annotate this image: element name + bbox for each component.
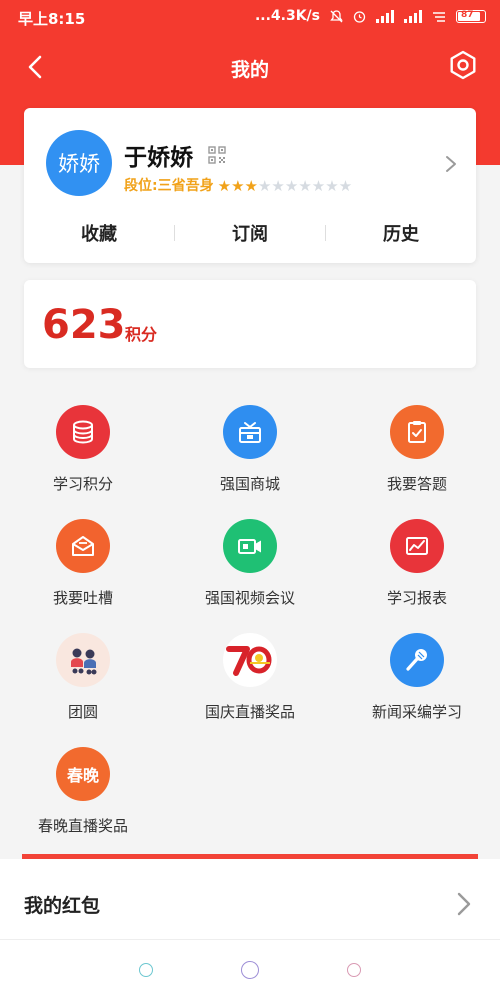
70-anniversary-icon — [226, 646, 272, 676]
chart-line-icon — [406, 537, 428, 555]
grid-circle — [56, 633, 110, 687]
username: 于娇娇 — [124, 145, 193, 171]
network-speed: ...4.3K/s — [254, 8, 320, 24]
star-empty-icon: ★ — [325, 176, 339, 195]
video-camera-icon — [238, 539, 261, 554]
grid-item-reunion[interactable]: 团圆 — [0, 633, 166, 743]
tab-favorites[interactable]: 收藏 — [24, 220, 174, 246]
grid-circle — [390, 633, 444, 687]
bottom-divider — [0, 939, 500, 940]
star-empty-icon: ★ — [271, 176, 285, 195]
star-filled-icon: ★ — [231, 176, 245, 195]
star-empty-icon: ★ — [311, 176, 326, 195]
grid-label: 团圆 — [67, 703, 98, 721]
grid-item-spring-gala[interactable]: 春晚 春晚直播奖品 — [0, 747, 166, 857]
rank-row: 段位:三省吾身 ★★★★★★★★★★ — [124, 175, 352, 195]
status-bar: 早上8:15 ...4.3K/s 87 — [0, 0, 500, 36]
profile-card[interactable]: 娇娇 于娇娇 段位:三省吾身 ★★★★★★★★★★ 收藏 订阅 历史 — [24, 108, 476, 263]
clipboard-check-icon — [408, 421, 426, 443]
grid-item-national-day[interactable]: 国庆直播奖品 — [167, 633, 333, 743]
tab-subscriptions[interactable]: 订阅 — [175, 220, 325, 246]
chevron-right-icon[interactable] — [444, 154, 458, 174]
profile-tabs: 收藏 订阅 历史 — [24, 218, 476, 248]
hexagon-settings-icon[interactable] — [446, 48, 480, 82]
grid-circle — [390, 519, 444, 573]
nav-back-icon[interactable] — [347, 963, 361, 977]
star-filled-icon: ★ — [217, 176, 232, 195]
tab-history[interactable]: 历史 — [326, 220, 476, 246]
grid-item-study-points[interactable]: 学习积分 — [0, 405, 166, 515]
spring-gala-icon: 春晚 — [56, 747, 110, 801]
star-empty-icon: ★ — [284, 176, 299, 195]
grid-label: 学习积分 — [52, 475, 113, 493]
grid-circle — [390, 405, 444, 459]
nav-recent-icon[interactable] — [139, 963, 153, 977]
grid-label: 春晚直播奖品 — [37, 817, 128, 835]
grid-item-quiz[interactable]: 我要答题 — [334, 405, 500, 515]
grid-circle — [56, 519, 110, 573]
alarm-icon — [353, 10, 366, 23]
nav-home-icon[interactable] — [241, 961, 259, 979]
page-title: 我的 — [230, 59, 269, 81]
grid-item-news-editing[interactable]: 新闻采编学习 — [334, 633, 500, 743]
avatar[interactable]: 娇娇 — [46, 130, 112, 196]
reunion-illustration-icon — [71, 648, 97, 675]
mail-open-icon — [72, 536, 94, 556]
grid-circle — [223, 633, 277, 687]
grid-circle — [56, 405, 110, 459]
grid-circle — [223, 405, 277, 459]
rank-stars: ★★★★★★★★★★ — [218, 176, 353, 195]
signal-hd-icon — [404, 9, 422, 23]
qr-code-icon[interactable] — [208, 146, 226, 164]
points-unit: 积分 — [125, 325, 158, 344]
battery-icon: 87 — [456, 9, 486, 23]
rank-label: 段位:三省吾身 — [124, 178, 214, 194]
grid-item-mall[interactable]: 强国商城 — [167, 405, 333, 515]
status-time: 早上8:15 — [18, 10, 86, 28]
grid-label: 强国商城 — [219, 475, 280, 493]
red-packet-label: 我的红包 — [24, 895, 101, 917]
microphone-icon — [406, 649, 427, 671]
battery-level: 87 — [461, 9, 474, 20]
red-packet-row[interactable]: 我的红包 — [0, 868, 500, 938]
chevron-right-icon — [457, 892, 471, 916]
status-right: ...4.3K/s 87 — [255, 8, 486, 24]
grid-circle — [223, 519, 277, 573]
signal-icon — [376, 9, 394, 23]
grid-item-feedback[interactable]: 我要吐槽 — [0, 519, 166, 629]
star-empty-icon: ★ — [338, 176, 353, 195]
grid-label: 强国视频会议 — [204, 589, 295, 607]
grid-label: 新闻采编学习 — [371, 703, 462, 721]
star-filled-icon: ★ — [244, 176, 258, 195]
gift-box-icon — [239, 422, 261, 443]
grid-item-report[interactable]: 学习报表 — [334, 519, 500, 629]
points-value: 623 — [42, 302, 126, 348]
grid-label: 学习报表 — [386, 589, 447, 607]
database-icon — [73, 420, 93, 444]
star-empty-icon: ★ — [257, 176, 272, 195]
grid-label: 我要吐槽 — [52, 589, 113, 607]
system-nav-bar — [0, 952, 500, 988]
wifi-icon — [433, 11, 445, 22]
grid-label: 我要答题 — [386, 475, 447, 493]
section-divider — [22, 854, 478, 859]
grid-label: 国庆直播奖品 — [204, 703, 295, 721]
mute-icon — [330, 9, 343, 22]
points-card[interactable]: 623 积分 — [24, 280, 476, 368]
top-nav: 我的 — [0, 44, 500, 90]
star-empty-icon: ★ — [298, 176, 312, 195]
grid-item-video-meeting[interactable]: 强国视频会议 — [167, 519, 333, 629]
